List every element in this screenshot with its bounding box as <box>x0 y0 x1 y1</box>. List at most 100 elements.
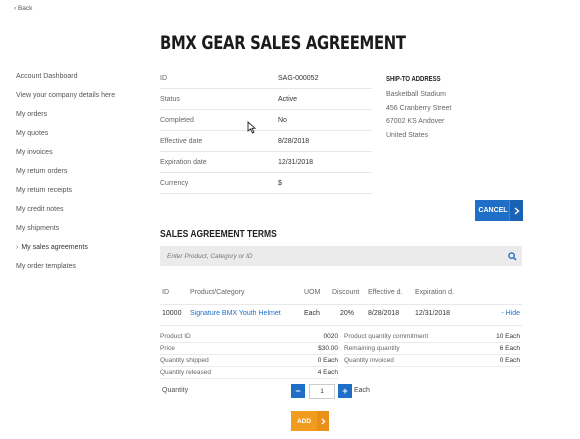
info-value: 8/28/2018 <box>278 137 310 145</box>
sidebar-item-label: My shipments <box>16 225 60 232</box>
row-uom: Each <box>304 310 320 317</box>
quantity-unit: Each <box>354 387 370 394</box>
sidebar-item[interactable]: My orders <box>16 110 156 129</box>
detail-label: Product ID <box>160 333 191 340</box>
chevron-right-icon <box>317 411 329 431</box>
info-row: Effective date 8/28/2018 <box>160 131 372 152</box>
agreement-info-table: ID SAG-000052 Status Active Completed No Effec… <box>160 68 372 194</box>
row-discount: 20% <box>340 310 355 317</box>
detail-row: Quantity invoiced 0 Each <box>344 355 520 367</box>
detail-value: 0 Each <box>317 357 338 364</box>
detail-label: Product quantity commitment <box>344 333 429 340</box>
row-expiration-date: 12/31/2018 <box>415 310 451 317</box>
sidebar-item[interactable]: My credit notes <box>16 205 156 224</box>
divider <box>160 325 522 326</box>
column-header-effective: Effective d. <box>368 289 403 296</box>
quantity-increase-button[interactable]: + <box>338 384 352 398</box>
detail-value: 10 Each <box>496 333 520 340</box>
ship-to-address: SHIP-TO ADDRESS Basketball Stadium 456 C… <box>386 76 526 142</box>
info-label: ID <box>160 74 167 82</box>
hide-details-link[interactable]: - Hide <box>501 310 520 317</box>
sidebar-item-label: My sales agreements <box>21 244 88 251</box>
sidebar-item-label: My return orders <box>16 168 68 175</box>
back-link[interactable]: ‹ Back <box>14 5 32 12</box>
row-details-left: Product ID 0020 Price $30.00 Quantity shippe… <box>160 331 338 379</box>
quantity-decrease-button[interactable]: − <box>291 384 305 398</box>
quantity-label: Quantity <box>162 387 189 394</box>
detail-row: Product ID 0020 <box>160 331 338 343</box>
cancel-button-label: CANCEL <box>478 207 508 214</box>
ship-to-line: United States <box>386 131 429 139</box>
info-row: ID SAG-000052 <box>160 68 372 89</box>
plus-icon: + <box>342 386 348 396</box>
sidebar-item[interactable]: My invoices <box>16 148 156 167</box>
terms-heading: SALES AGREEMENT TERMS <box>160 229 277 240</box>
detail-value: 0020 <box>323 333 338 340</box>
info-row: Expiration date 12/31/2018 <box>160 152 372 173</box>
ship-to-line: Basketball Stadium <box>386 91 446 98</box>
info-label: Currency <box>160 179 189 187</box>
detail-label: Quantity shipped <box>160 357 209 364</box>
sidebar-item-label: My credit notes <box>16 206 64 213</box>
search-icon[interactable] <box>502 246 522 266</box>
row-effective-date: 8/28/2018 <box>368 310 400 317</box>
sidebar-item-label: My orders <box>16 111 48 118</box>
info-label: Completed <box>160 116 194 124</box>
info-label: Status <box>160 95 180 103</box>
row-details-right: Product quantity commitment 10 Each Remain… <box>344 331 520 367</box>
column-header-uom: UOM <box>304 289 321 296</box>
add-button[interactable]: ADD <box>291 411 329 431</box>
info-value: $ <box>278 179 282 187</box>
sidebar-item[interactable]: My return orders <box>16 167 156 186</box>
detail-label: Remaining quantity <box>344 345 400 352</box>
detail-label: Quantity invoiced <box>344 357 394 364</box>
detail-value: 4 Each <box>317 369 338 376</box>
product-link[interactable]: Signature BMX Youth Helmet <box>190 310 281 317</box>
sidebar-item-label: My return receipts <box>16 187 73 194</box>
sidebar-item[interactable]: My quotes <box>16 129 156 148</box>
info-label: Expiration date <box>160 158 207 166</box>
info-value: SAG-000052 <box>278 74 319 82</box>
info-value: Active <box>278 95 298 103</box>
quantity-input[interactable] <box>309 384 335 399</box>
product-search-bar <box>160 246 522 266</box>
row-id: 10000 <box>162 310 182 317</box>
column-header-product: Product/Category <box>190 289 245 296</box>
info-value: 12/31/2018 <box>278 158 314 166</box>
product-search-input[interactable] <box>167 252 502 260</box>
sidebar-item[interactable]: My shipments <box>16 224 156 243</box>
column-header-discount: Discount <box>332 289 360 296</box>
info-row: Completed No <box>160 110 372 131</box>
sidebar-item[interactable]: My order templates <box>16 262 156 281</box>
sidebar-item-label: My order templates <box>16 263 76 270</box>
sidebar-item[interactable]: View your company details here <box>16 91 156 110</box>
ship-to-line: 456 Cranberry Street <box>386 104 452 112</box>
info-label: Effective date <box>160 137 203 145</box>
info-value: No <box>278 116 287 124</box>
detail-value: $30.00 <box>318 345 338 352</box>
add-button-label: ADD <box>296 417 312 425</box>
column-header-expiration: Expiration d. <box>415 289 454 296</box>
sidebar: Account Dashboard View your company detai… <box>16 72 156 281</box>
detail-label: Price <box>160 345 175 352</box>
divider <box>160 304 522 305</box>
ship-to-line: 67002 KS Andover <box>386 118 445 125</box>
info-row: Status Active <box>160 89 372 110</box>
sidebar-item-label: My quotes <box>16 130 49 137</box>
column-header-id: ID <box>162 289 169 296</box>
sidebar-item[interactable]: Account Dashboard <box>16 72 156 91</box>
info-row: Currency $ <box>160 173 372 194</box>
sidebar-item[interactable]: My return receipts <box>16 186 156 205</box>
chevron-right-icon: › <box>16 244 19 251</box>
sidebar-item[interactable]: › My sales agreements <box>16 243 156 262</box>
detail-row: Remaining quantity 6 Each <box>344 343 520 355</box>
chevron-right-icon <box>509 200 523 221</box>
sidebar-item-label: Account Dashboard <box>16 73 78 80</box>
detail-row: Quantity released 4 Each <box>160 367 338 379</box>
detail-row: Quantity shipped 0 Each <box>160 355 338 367</box>
mouse-cursor-icon <box>247 121 257 136</box>
detail-value: 6 Each <box>499 345 520 352</box>
cancel-button[interactable]: CANCEL <box>475 200 523 221</box>
minus-icon: − <box>295 386 301 396</box>
detail-row: Product quantity commitment 10 Each <box>344 331 520 343</box>
